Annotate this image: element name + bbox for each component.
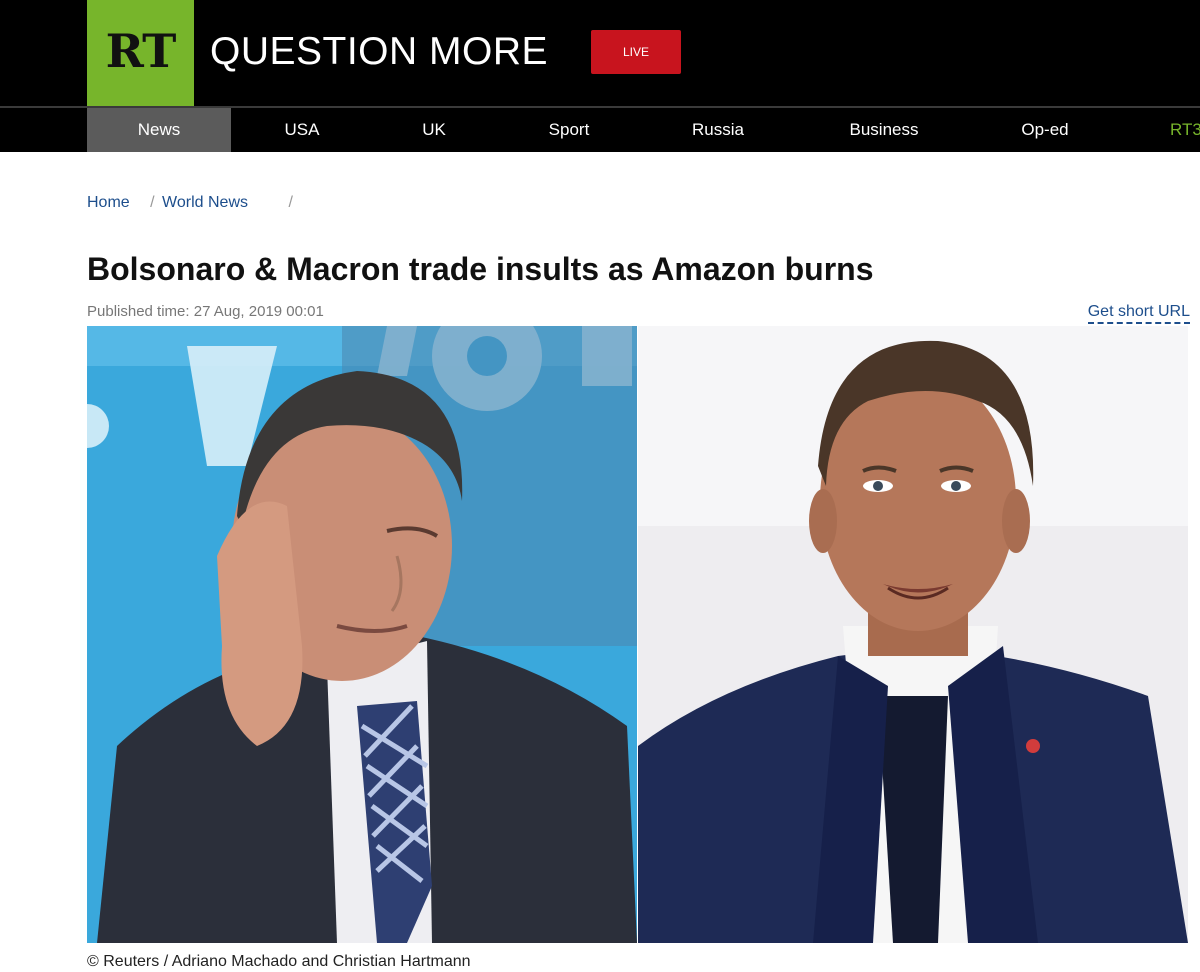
nav-item-op-ed[interactable]: Op-ed [995,108,1095,152]
breadcrumb-separator: / [288,194,293,211]
breadcrumb-home[interactable]: Home [87,194,130,211]
nav-item-business[interactable]: Business [824,108,944,152]
tagline: QUESTION MORE [210,30,549,73]
breadcrumb-world-news[interactable]: World News [162,194,248,211]
live-button[interactable]: LIVE [591,30,681,74]
nav-item-sport[interactable]: Sport [519,108,619,152]
published-time: Published time: 27 Aug, 2019 00:01 [87,303,324,320]
breadcrumb: Home / World News / [87,193,293,213]
bolsonaro-photo [87,326,637,943]
main-nav: News USA UK Sport Russia Business Op-ed … [0,106,1200,152]
rt-logo[interactable]: RT [87,0,194,106]
nav-item-rt3[interactable]: RT3 [1170,108,1200,152]
macron-photo-art [638,326,1188,943]
nav-item-usa[interactable]: USA [252,108,352,152]
nav-item-uk[interactable]: UK [384,108,484,152]
get-short-url-link[interactable]: Get short URL [1087,302,1190,324]
bolsonaro-photo-art [87,326,637,943]
breadcrumb-separator: / [150,194,155,211]
photo-credit: © Reuters / Adriano Machado and Christia… [87,953,471,970]
article-title: Bolsonaro & Macron trade insults as Amaz… [87,251,874,287]
logo-text: RT [105,24,177,78]
nav-item-russia[interactable]: Russia [668,108,768,152]
top-header: RT QUESTION MORE LIVE [0,0,1200,106]
macron-photo [638,326,1188,943]
nav-item-news[interactable]: News [87,108,231,152]
